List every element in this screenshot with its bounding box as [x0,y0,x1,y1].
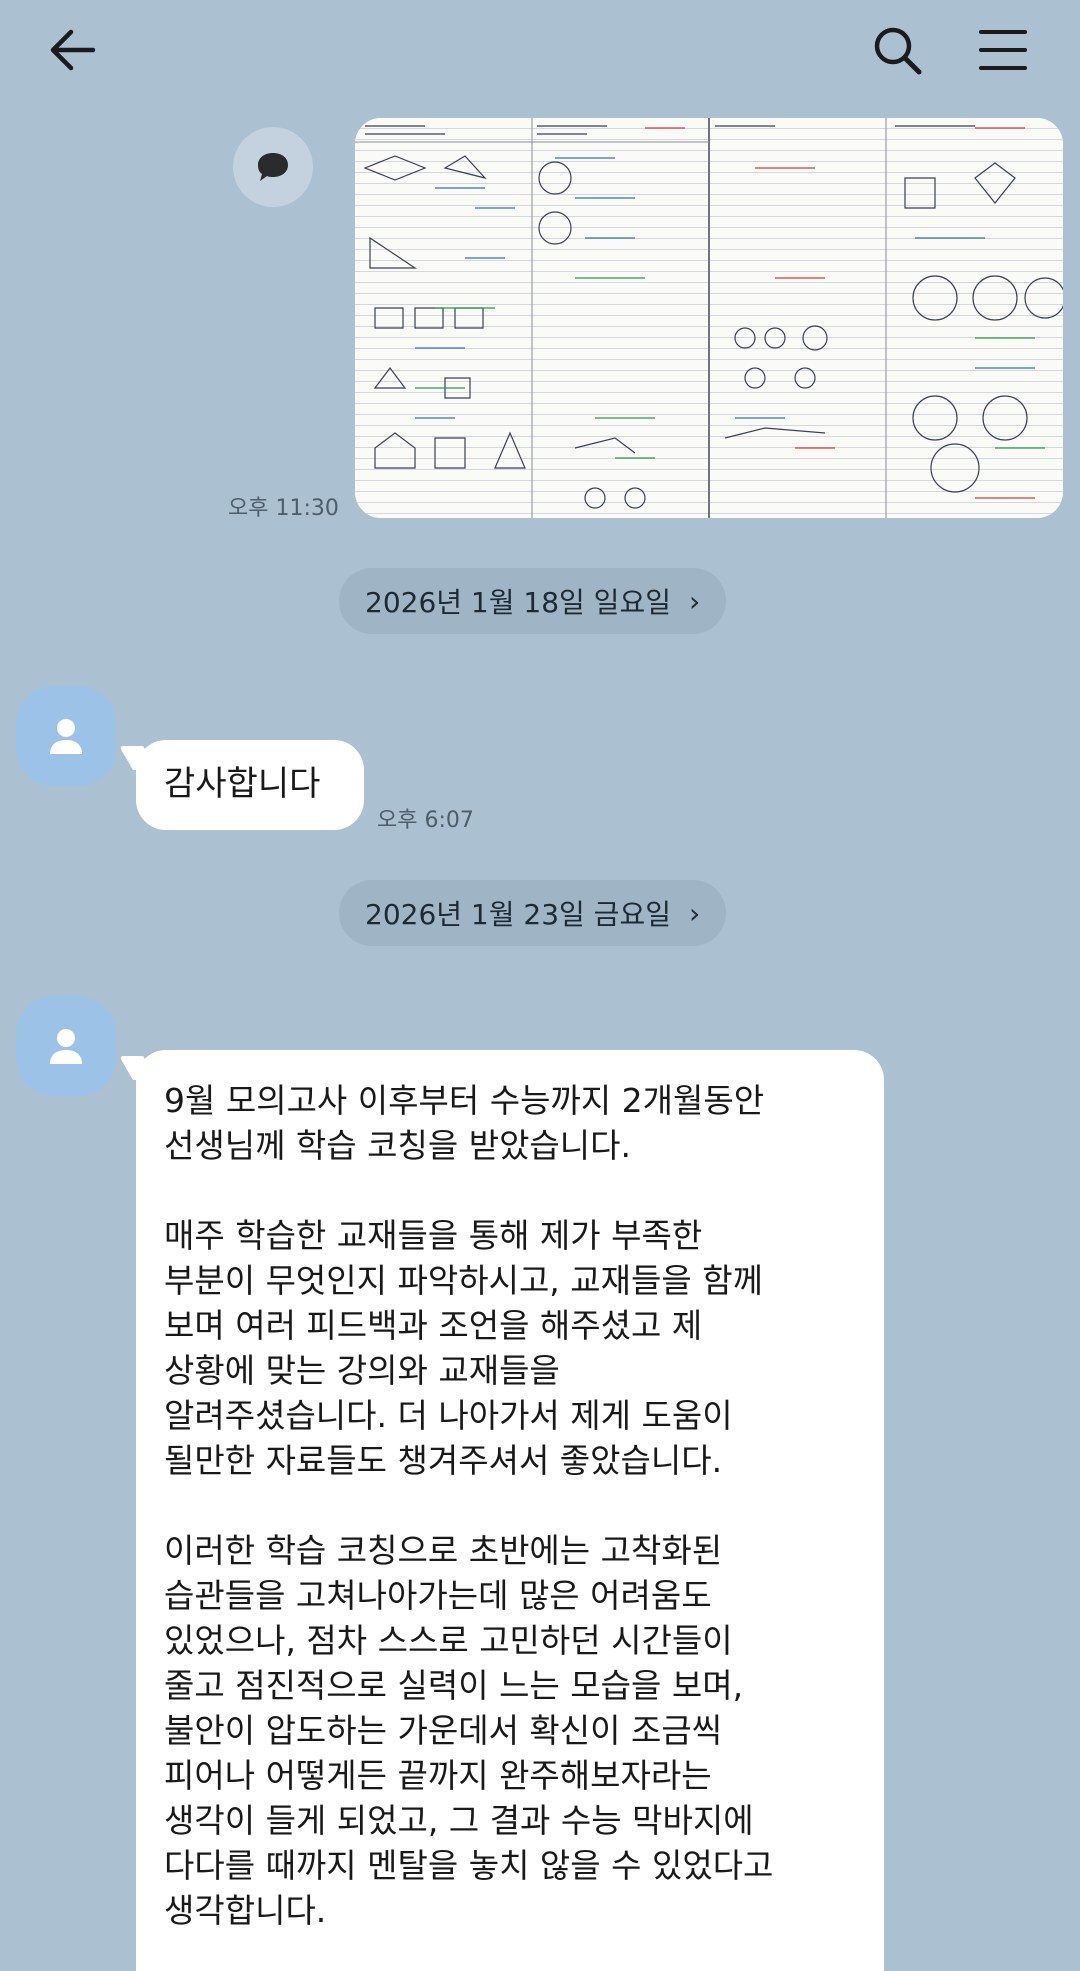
person-icon [50,719,82,754]
chevron-right-icon: › [688,896,701,930]
back-button[interactable] [38,15,108,85]
search-icon [874,27,922,75]
message-bubble[interactable]: 감사합니다 [136,740,364,830]
speech-bubble-icon [258,153,288,181]
message-bubble[interactable]: 9월 모의고사 이후부터 수능까지 2개월동안 선생님께 학습 코칭을 받았습니… [136,1050,884,1971]
search-button[interactable] [862,15,932,85]
message-paragraph: 9월 모의고사 이후부터 수능까지 2개월동안 선생님께 학습 코칭을 받았습니… [164,1081,765,1165]
date-divider-label: 2026년 1월 23일 금요일 [365,898,671,931]
message-paragraph: 매주 학습한 교재들을 통해 제가 부족한 부분이 무엇인지 파악하시고, 교재… [164,1216,763,1480]
avatar[interactable] [16,686,116,786]
message-text: 감사합니다 [164,764,321,804]
hamburger-menu-icon [979,30,1027,70]
message-time: 오후 11:30 [228,496,339,521]
date-divider[interactable]: 2026년 1월 18일 일요일 › [339,568,727,634]
menu-button[interactable] [968,15,1038,85]
photo-of-handwritten-math-notes [355,118,1063,518]
person-icon [50,1029,82,1064]
photo-message[interactable] [355,118,1063,518]
avatar[interactable] [16,996,116,1096]
message-time: 오후 6:07 [377,808,474,833]
arrow-left-icon [50,29,96,71]
share-photo-button[interactable] [233,127,313,207]
top-bar [0,0,1080,100]
date-divider-label: 2026년 1월 18일 일요일 [365,586,671,619]
date-divider[interactable]: 2026년 1월 23일 금요일 › [339,880,727,946]
chevron-right-icon: › [688,584,701,618]
message-paragraph: 이러한 학습 코칭으로 초반에는 고착화된 습관들을 고쳐나아가는데 많은 어려… [164,1531,774,1930]
